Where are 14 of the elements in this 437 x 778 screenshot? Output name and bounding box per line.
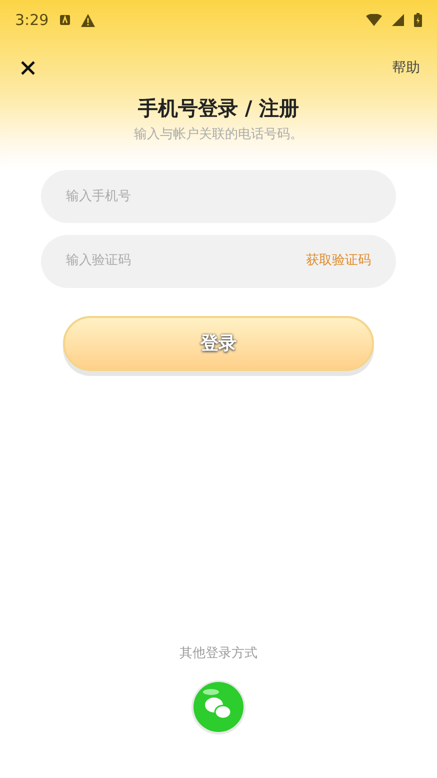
notification-icon: [58, 14, 71, 26]
help-link[interactable]: 帮助: [392, 58, 420, 78]
battery-icon: [414, 13, 422, 27]
phone-field[interactable]: 输入手机号: [41, 170, 396, 222]
page-title: 手机号登录 / 注册: [138, 96, 300, 120]
page-subtitle: 输入与帐户关联的电话号码。: [134, 126, 303, 144]
signal-icon: [392, 14, 404, 26]
other-login-label: 其他登录方式: [180, 644, 258, 662]
wifi-icon: [366, 14, 382, 26]
status-time: 3:29: [15, 10, 49, 31]
code-field[interactable]: 输入验证码: [66, 251, 298, 271]
warning-icon: [80, 14, 95, 26]
close-icon[interactable]: [20, 60, 36, 76]
get-code-link[interactable]: 获取验证码: [306, 251, 371, 271]
